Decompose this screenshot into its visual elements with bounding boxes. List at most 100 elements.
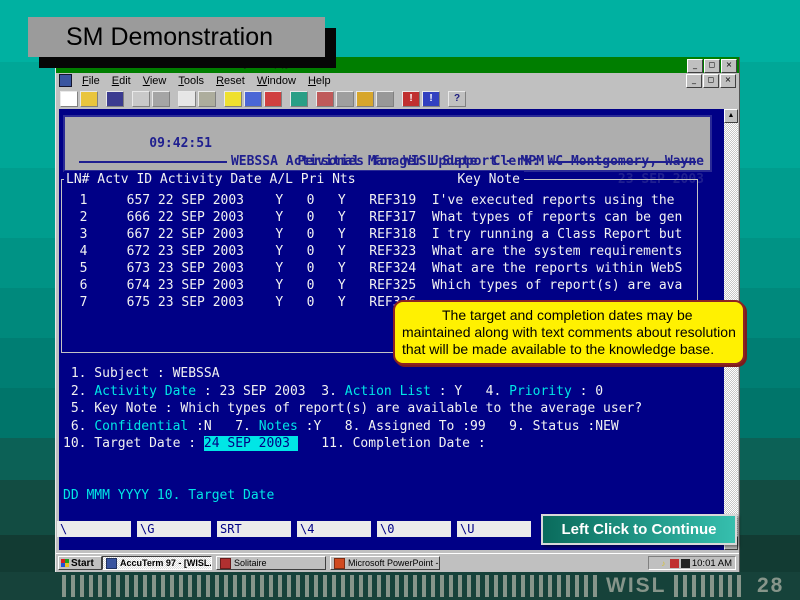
windows-logo-icon xyxy=(61,559,69,567)
continue-button[interactable]: Left Click to Continue xyxy=(541,514,737,545)
field-text: 2. xyxy=(63,384,94,399)
clock: 10:01 AM xyxy=(692,558,732,569)
function-key-4[interactable]: \4 xyxy=(297,521,371,537)
table-row: 3 667 22 SEP 2003 Y 0 Y REF318 I try run… xyxy=(64,226,695,243)
task-button-accuterm[interactable]: AccuTerm 97 - [WISL... xyxy=(102,556,212,570)
field-text: Activity Date xyxy=(94,384,196,399)
task-button-powerpoint[interactable]: Microsoft PowerPoint - [sm] xyxy=(330,556,440,570)
menu-help[interactable]: Help xyxy=(302,75,337,87)
fax-icon[interactable] xyxy=(152,91,170,107)
desktop-screenshot: AccuTerm 97 - [WISL (a)] _ ◻ × FileEditV… xyxy=(55,57,740,572)
disconnect-icon[interactable] xyxy=(336,91,354,107)
menu-view[interactable]: View xyxy=(137,75,173,87)
table-row: 5 673 23 SEP 2003 Y 0 Y REF324 What are … xyxy=(64,260,695,277)
antivirus-icon[interactable] xyxy=(670,559,679,568)
capture-icon[interactable] xyxy=(290,91,308,107)
window-titlebar: AccuTerm 97 - [WISL (a)] _ ◻ × xyxy=(56,57,739,73)
slide-title-box: SM Demonstration xyxy=(28,17,325,57)
print-icon[interactable] xyxy=(132,91,150,107)
task-button-label: Solitaire xyxy=(234,558,267,568)
menu-tools[interactable]: Tools xyxy=(172,75,210,87)
taskbar: Start AccuTerm 97 - [WISL... Solitaire Mic… xyxy=(56,553,739,573)
help-icon[interactable]: ? xyxy=(448,91,466,107)
mdi-restore-icon[interactable]: ◻ xyxy=(703,74,719,88)
table-row: 2 666 22 SEP 2003 Y 0 Y REF317 What type… xyxy=(64,209,695,226)
break-blue-icon[interactable]: ! xyxy=(422,91,440,107)
field-text: 10. Target Date : xyxy=(63,436,204,451)
display-icon[interactable] xyxy=(681,559,690,568)
connect-icon[interactable] xyxy=(316,91,334,107)
footer-brand: WISL xyxy=(606,572,667,600)
slide-title: SM Demonstration xyxy=(28,17,325,57)
footer-stripes xyxy=(674,575,742,597)
menu-file[interactable]: File xyxy=(76,75,106,87)
record-fields: 1. Subject : WEBSSA 2. Activity Date : 2… xyxy=(63,365,642,453)
slide: SM Demonstration AccuTerm 97 - [WISL (a)… xyxy=(0,0,800,600)
active-input-field[interactable]: 24 SEP 2003 xyxy=(204,436,298,451)
field-text: 11. Completion Date : xyxy=(298,436,486,451)
function-key-1[interactable]: \ xyxy=(57,521,131,537)
function-key-5[interactable]: \0 xyxy=(377,521,451,537)
field-text: :Y 8. Assigned To :99 9. Status :NEW xyxy=(298,419,619,434)
field-text: 6. xyxy=(63,419,94,434)
field-text: : 0 xyxy=(572,384,603,399)
field-line: 10. Target Date : 24 SEP 2003 11. Comple… xyxy=(63,435,642,453)
field-line: 5. Key Note : Which types of report(s) a… xyxy=(63,400,642,418)
toolbar-separator xyxy=(125,91,131,107)
scroll-up-icon[interactable]: ▲ xyxy=(724,109,738,123)
start-button[interactable]: Start xyxy=(58,556,102,570)
menu-edit[interactable]: Edit xyxy=(106,75,137,87)
field-line: 6. Confidential :N 7. Notes :Y 8. Assign… xyxy=(63,418,642,436)
menu-window[interactable]: Window xyxy=(251,75,302,87)
field-line: 2. Activity Date : 23 SEP 2003 3. Action… xyxy=(63,383,642,401)
function-key-3[interactable]: SRT xyxy=(217,521,291,537)
volume-icon[interactable]: ♪ xyxy=(659,559,668,568)
task-button-solitaire[interactable]: Solitaire xyxy=(216,556,326,570)
field-text: : Y 4. xyxy=(431,384,509,399)
field-line: 1. Subject : WEBSSA xyxy=(63,365,642,383)
settings-icon[interactable] xyxy=(376,91,394,107)
open-folder-icon[interactable] xyxy=(80,91,98,107)
mdi-close-icon[interactable]: × xyxy=(720,74,736,88)
restore-icon[interactable]: ◻ xyxy=(704,59,720,73)
menu-bar: FileEditViewToolsResetWindowHelp _ ◻ × xyxy=(56,73,739,89)
menu-reset[interactable]: Reset xyxy=(210,75,251,87)
terminal-header-band: 09:42:51 Personal Manager Update 23 SEP … xyxy=(63,115,712,172)
mdi-minimize-icon[interactable]: _ xyxy=(686,74,702,88)
copy-icon[interactable] xyxy=(178,91,196,107)
field-text: Priority xyxy=(509,384,572,399)
field-text: Notes xyxy=(259,419,298,434)
toolbar-separator xyxy=(217,91,223,107)
page-number: 28 xyxy=(757,572,784,600)
edit-icon[interactable] xyxy=(224,91,242,107)
field-text: 5. Key Note : Which types of report(s) a… xyxy=(63,401,642,416)
slide-footer-band: WISL 28 xyxy=(0,572,800,600)
app-icon[interactable] xyxy=(59,74,72,87)
function-key-2[interactable]: \G xyxy=(137,521,211,537)
toolbar-separator xyxy=(283,91,289,107)
callout-note: The target and completion dates may be m… xyxy=(393,300,745,365)
clerk-text: Clerk: WC Montgomery, Wayne xyxy=(493,153,704,171)
input-prompt: DD MMM YYYY 10. Target Date xyxy=(63,488,274,503)
toolbar-separator xyxy=(309,91,315,107)
break-red-icon[interactable]: ! xyxy=(402,91,420,107)
table-row: 6 674 23 SEP 2003 Y 0 Y REF325 Which typ… xyxy=(64,277,695,294)
field-text: Action List xyxy=(345,384,431,399)
field-text: : 23 SEP 2003 3. xyxy=(196,384,345,399)
save-icon[interactable] xyxy=(106,91,124,107)
function-key-6[interactable]: \U xyxy=(457,521,531,537)
select-icon[interactable] xyxy=(244,91,262,107)
accuterm-icon xyxy=(106,558,117,569)
close-icon[interactable]: × xyxy=(721,59,737,73)
lock-icon[interactable] xyxy=(356,91,374,107)
table-header: LN# Actv ID Activity Date A/L Pri Nts Ke… xyxy=(64,171,524,188)
solitaire-icon xyxy=(220,558,231,569)
new-file-icon[interactable] xyxy=(60,91,78,107)
minimize-icon[interactable]: _ xyxy=(687,59,703,73)
screen-title: Personal Manager Update xyxy=(297,153,477,171)
toolbar-separator xyxy=(99,91,105,107)
task-button-label: Microsoft PowerPoint - [sm] xyxy=(348,558,440,568)
paste-icon[interactable] xyxy=(198,91,216,107)
field-text: Confidential xyxy=(94,419,188,434)
paint-icon[interactable] xyxy=(264,91,282,107)
